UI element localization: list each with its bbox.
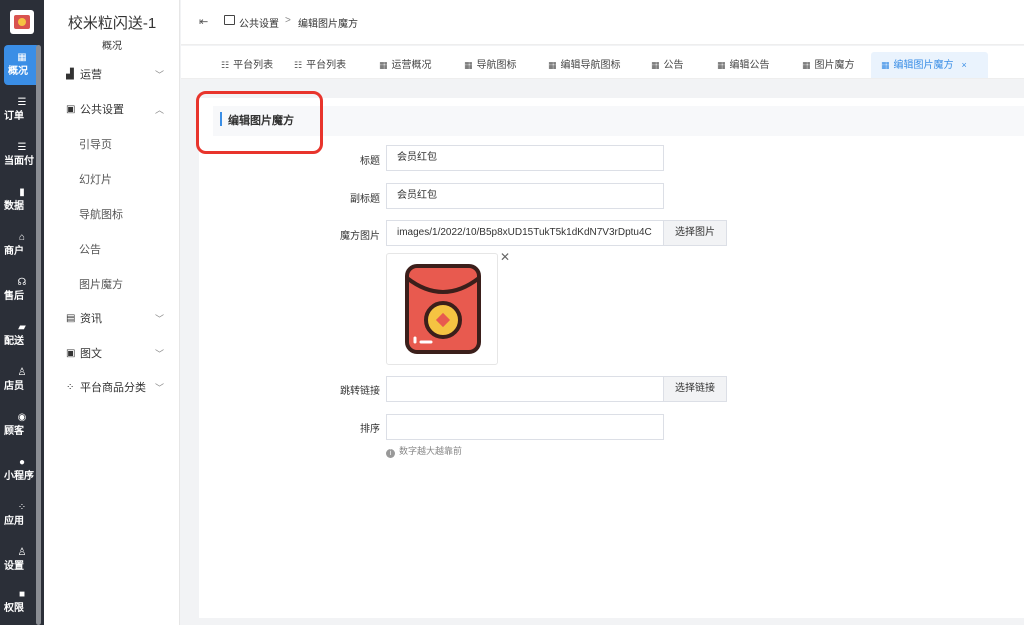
tab-label: 公告 <box>663 60 684 71</box>
subtitle-input[interactable]: 会员红包 <box>386 183 664 209</box>
sidebar-item-label: 平台商品分类 <box>80 382 146 394</box>
rail-item-label: 概况 <box>8 66 28 77</box>
sort-hint: i 数字越大越靠前 <box>386 444 462 458</box>
sidebar-item-label: 运营 <box>80 69 102 81</box>
sort-hint-text: 数字越大越靠前 <box>399 446 463 456</box>
tab-label: 导航图标 <box>476 60 517 71</box>
store-subtitle: 概况 <box>102 41 122 52</box>
news-icon: ▤ <box>66 313 76 324</box>
choose-image-button[interactable]: 选择图片 <box>663 220 727 246</box>
image-icon: ▣ <box>66 104 76 115</box>
tab-label: 图片魔方 <box>814 60 855 71</box>
remove-image-icon[interactable]: ✕ <box>500 250 510 264</box>
sidebar-item-product-category[interactable]: ⁘ 平台商品分类 ﹀ <box>44 371 180 405</box>
info-icon: i <box>386 449 395 458</box>
cube-image-label: 魔方图片 <box>340 231 380 242</box>
sidebar-item-label: 图文 <box>80 348 102 360</box>
tab-platform-list[interactable]: ☷ 平台列表 <box>211 52 283 78</box>
chevron-down-icon: ﹀ <box>154 349 164 359</box>
close-icon[interactable]: × <box>962 60 967 70</box>
highlight-annotation <box>196 91 323 154</box>
grid-icon: ▦ <box>881 60 890 70</box>
grid-icon: ▦ <box>17 52 27 63</box>
sort-label: 排序 <box>360 424 380 435</box>
sliders-icon: ☷ <box>294 60 303 70</box>
tab-edit-picture-cube[interactable]: ▦ 编辑图片魔方 × <box>871 52 988 78</box>
tab-label: 平台列表 <box>306 60 347 71</box>
rail-item-overview[interactable]: ▦ 概况 <box>4 45 40 85</box>
title-label: 标题 <box>360 156 380 167</box>
tab-edit-notice[interactable]: ▦ 编辑公告 <box>707 52 780 78</box>
grid-icon: ▦ <box>379 60 388 70</box>
red-envelope-icon <box>405 264 481 354</box>
tab-bar: ☷ 平台列表 ☷ 平台列表 ▦ 运营概况 ▦ 导航图标 ▦ 编辑导航图标 ▦ 公告 ▦ 编辑公… <box>181 46 1024 79</box>
sidebar-item-news[interactable]: ▤ 资讯 ﹀ <box>44 302 180 336</box>
sidebar-item-picture-cube[interactable]: 图片魔方 <box>44 268 180 302</box>
cube-image-path-input[interactable]: images/1/2022/10/B5p8xUD15TukT5k1dKdN7V3… <box>386 220 664 246</box>
sidebar-item-public-settings[interactable]: ▣ 公共设置 ︿ <box>44 93 180 127</box>
breadcrumb-current: 编辑图片魔方 <box>298 19 358 30</box>
grid-icon: ▦ <box>548 60 557 70</box>
title-input[interactable]: 会员红包 <box>386 145 664 171</box>
grid-icon: ▦ <box>464 60 473 70</box>
tab-label: 运营概况 <box>391 60 432 71</box>
image-icon: ▣ <box>66 348 76 359</box>
top-header: ⇤ 公共设置 > 编辑图片魔方 <box>181 0 1024 45</box>
tab-notice[interactable]: ▦ 公告 <box>641 52 694 78</box>
choose-link-button[interactable]: 选择链接 <box>663 376 727 402</box>
red-envelope-thumbnail <box>386 253 498 365</box>
sidebar-item-label: 图片魔方 <box>79 279 123 291</box>
app-logo[interactable] <box>10 10 34 34</box>
tab-label: 编辑图片魔方 <box>893 60 954 71</box>
store-name: 校米粒闪送-1 <box>67 15 157 32</box>
tab-platform-list-2[interactable]: ☷ 平台列表 <box>284 52 356 78</box>
sidebar-item-label: 导航图标 <box>79 209 123 221</box>
tab-label: 编辑导航图标 <box>560 60 621 71</box>
sidebar-item-operations[interactable]: ▟ 运营 ﹀ <box>44 58 180 92</box>
sidebar-item-label: 幻灯片 <box>79 174 112 186</box>
grid-icon: ▦ <box>651 60 660 70</box>
chart-icon: ▟ <box>66 69 74 80</box>
subtitle-label: 副标题 <box>350 194 380 205</box>
link-input[interactable] <box>386 376 664 402</box>
section-header: 编辑图片魔方 <box>213 106 1024 136</box>
sidebar-item-nav-icons[interactable]: 导航图标 <box>44 198 180 232</box>
link-label: 跳转链接 <box>340 386 380 397</box>
main-nav-rail: ▦ 概况 ☰ 订单 ☰ 当面付 ▮ 数据 ⌂ 商户 ☊ 售后 ▰ 配送 ♙ 店员… <box>0 0 44 625</box>
rail-scrollbar[interactable] <box>36 45 41 625</box>
sub-sidebar: 校米粒闪送-1 概况 ▟ 运营 ﹀ ▣ 公共设置 ︿ 引导页 幻灯片 导航图标 … <box>44 0 180 625</box>
chevron-down-icon: ﹀ <box>154 383 164 393</box>
tab-label: 平台列表 <box>233 60 274 71</box>
sidebar-item-notice[interactable]: 公告 <box>44 233 180 267</box>
image-icon <box>224 15 235 25</box>
breadcrumb-public-settings[interactable]: 公共设置 <box>239 15 279 30</box>
sidebar-item-label: 资讯 <box>80 313 102 325</box>
sidebar-item-label: 公共设置 <box>80 104 124 116</box>
collapse-menu-icon[interactable]: ⇤ <box>199 15 208 28</box>
sliders-icon: ☷ <box>221 60 230 70</box>
tab-picture-cube[interactable]: ▦ 图片魔方 <box>792 52 865 78</box>
sort-input[interactable] <box>386 414 664 440</box>
sidebar-item-label: 公告 <box>79 244 101 256</box>
chevron-up-icon: ︿ <box>154 105 164 115</box>
chevron-down-icon: ﹀ <box>154 70 164 80</box>
sidebar-item-label: 引导页 <box>79 139 112 151</box>
grid-icon: ▦ <box>802 60 811 70</box>
tab-edit-nav-icons[interactable]: ▦ 编辑导航图标 <box>538 52 631 78</box>
edit-form-card: 编辑图片魔方 标题 会员红包 副标题 会员红包 魔方图片 images/1/20… <box>196 91 1024 618</box>
tab-nav-icons[interactable]: ▦ 导航图标 <box>454 52 527 78</box>
tab-operations-overview[interactable]: ▦ 运营概况 <box>369 52 442 78</box>
sidebar-item-guide-page[interactable]: 引导页 <box>44 128 180 162</box>
sidebar-item-graphics[interactable]: ▣ 图文 ﹀ <box>44 337 180 371</box>
sidebar-item-slides[interactable]: 幻灯片 <box>44 163 180 197</box>
apps-icon: ⁘ <box>66 382 75 393</box>
grid-icon: ▦ <box>717 60 726 70</box>
chevron-down-icon: ﹀ <box>154 314 164 324</box>
breadcrumb-separator: > <box>285 15 291 26</box>
tab-label: 编辑公告 <box>729 60 770 71</box>
